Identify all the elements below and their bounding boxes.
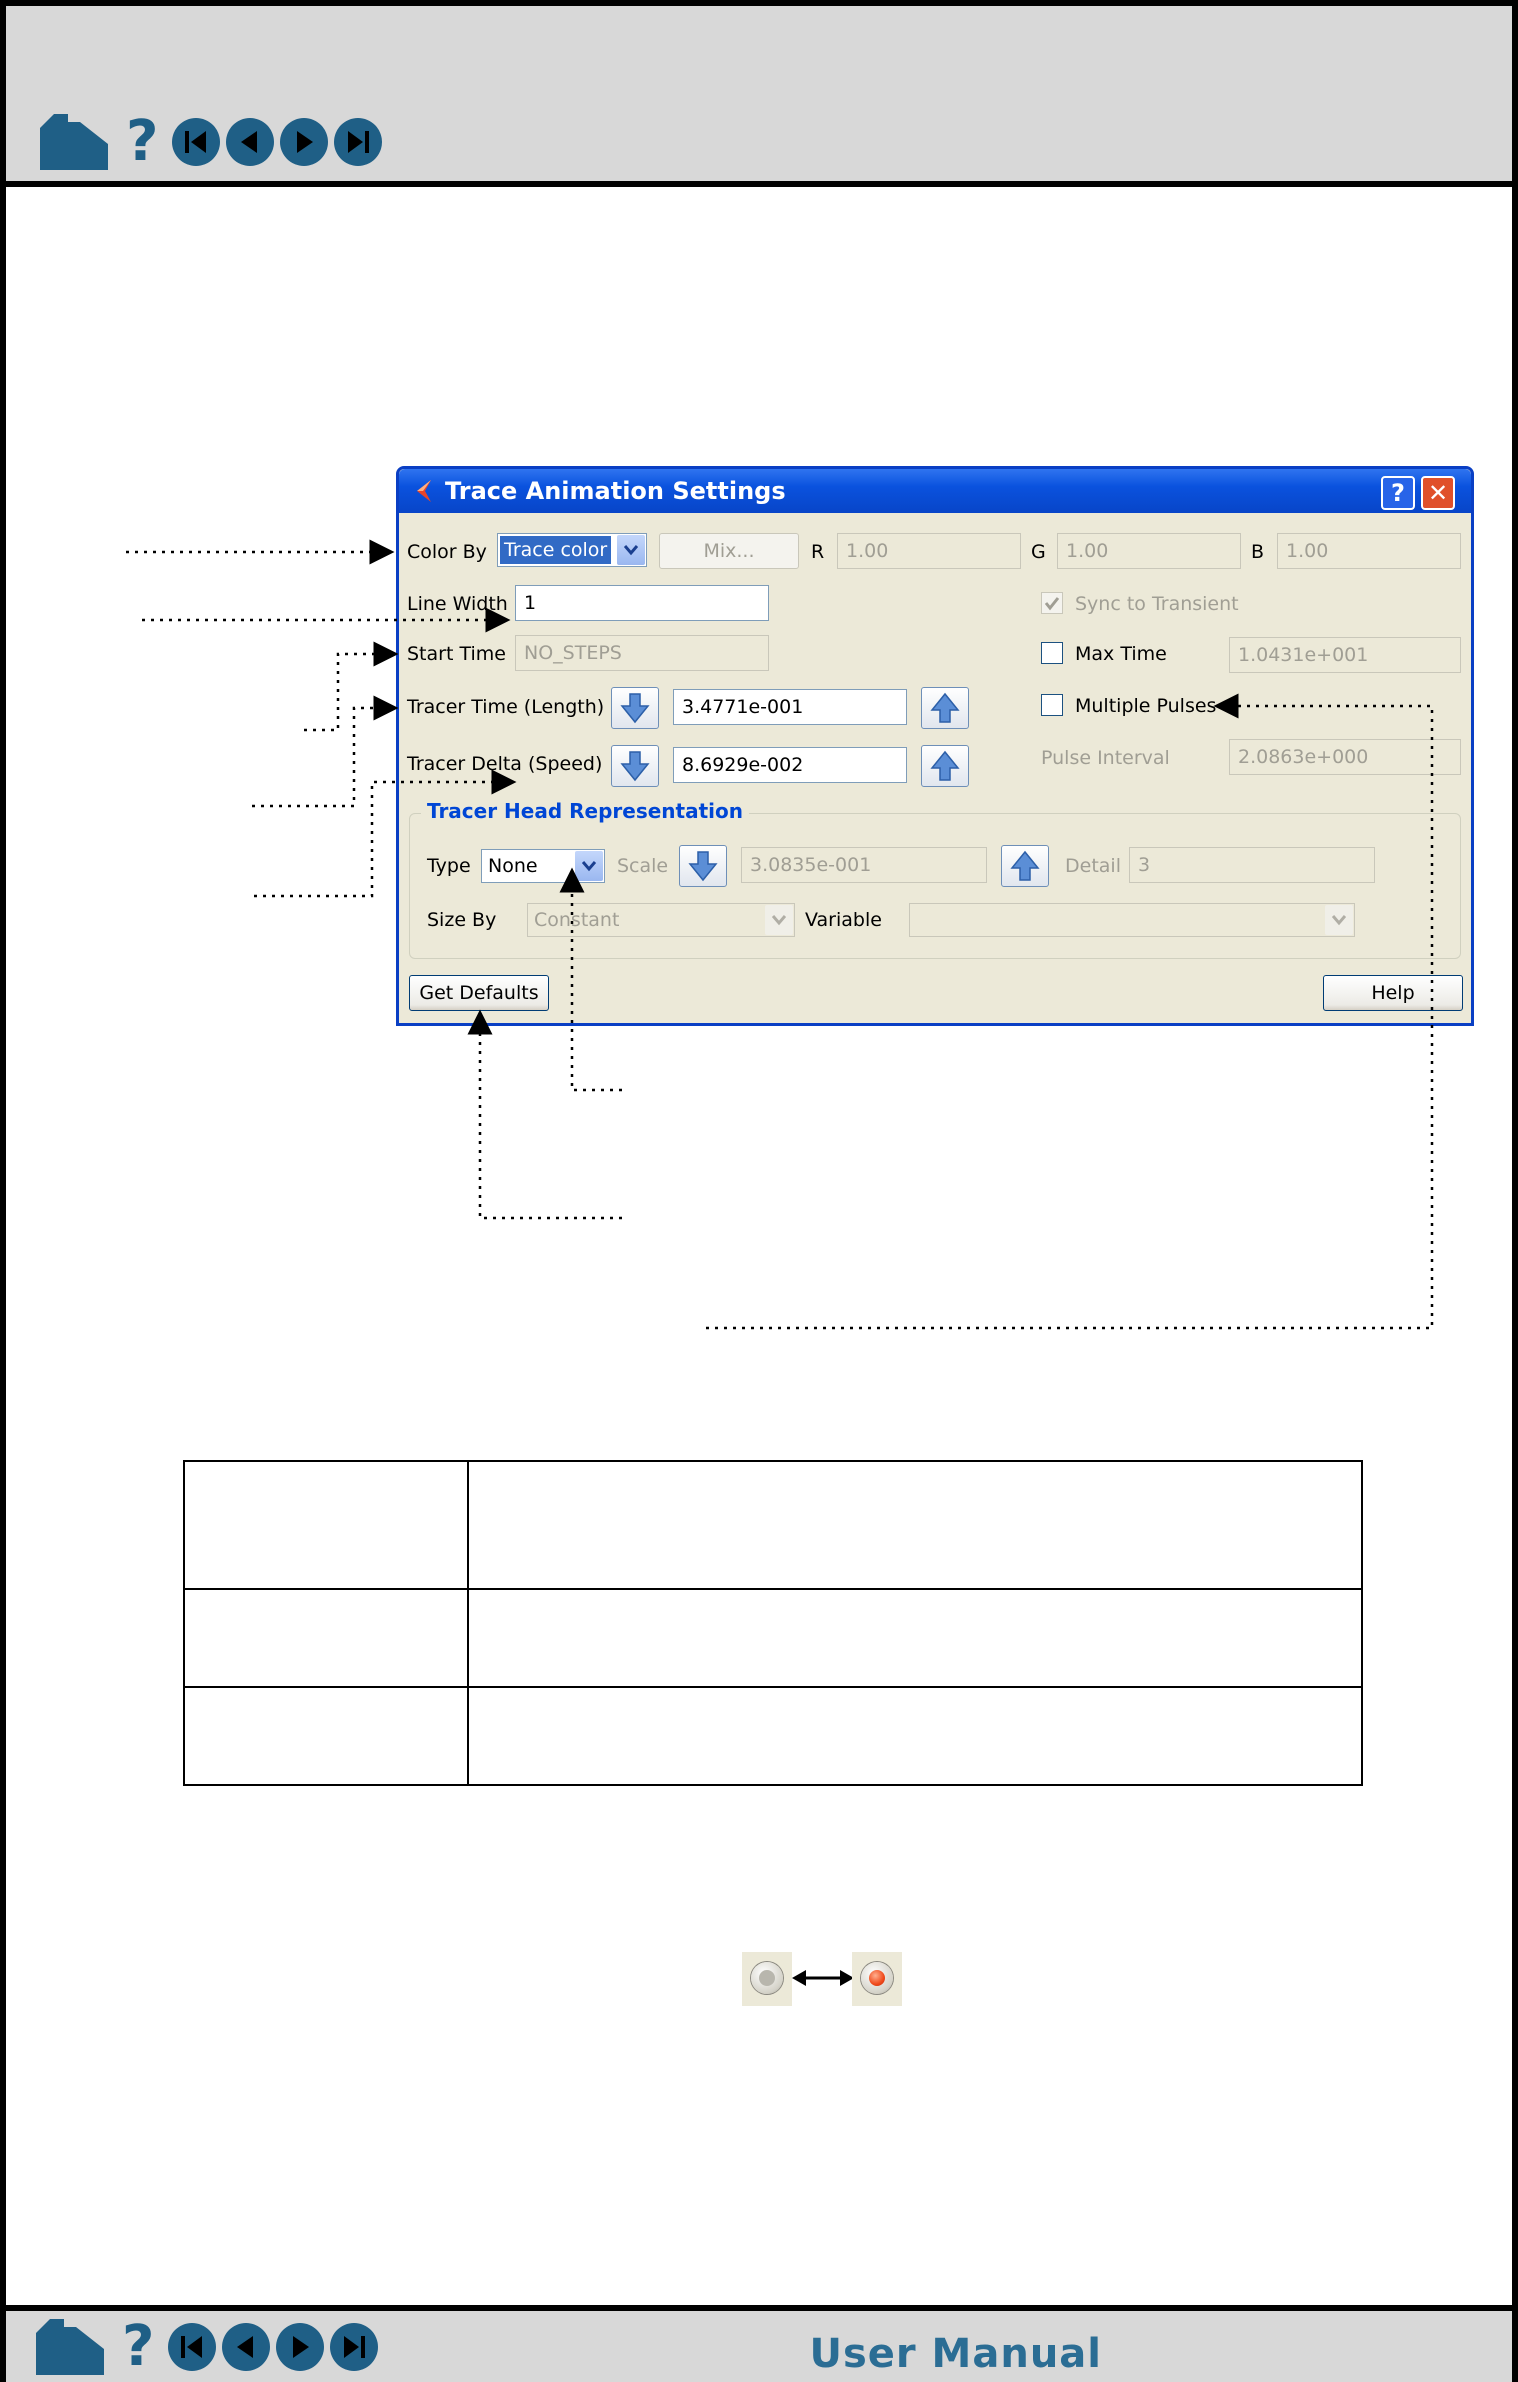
previous-page-icon[interactable] [222,2323,271,2371]
double-arrow-icon [792,1970,854,1986]
next-page-icon[interactable] [276,2323,325,2371]
description-table [183,1460,1363,1786]
footer-title: User Manual [809,2331,1102,2377]
radio-on [852,1952,902,2006]
bottom-nav-icons: ? [36,2319,384,2375]
question-icon[interactable]: ? [122,2319,154,2375]
table-cell [183,1588,469,1688]
table-cell [467,1686,1363,1786]
first-page-icon[interactable] [168,2323,217,2371]
last-page-icon[interactable] [330,2323,379,2371]
table-cell [183,1686,469,1786]
table-cell [467,1588,1363,1688]
house-icon[interactable] [36,2319,104,2375]
radio-toggle-icon [742,1952,902,2008]
bottom-nav-bar: ? User Manual [6,2305,1512,2382]
radio-off [742,1952,792,2006]
table-cell [183,1460,469,1590]
table-cell [467,1460,1363,1590]
callout-lines [126,539,1434,1330]
